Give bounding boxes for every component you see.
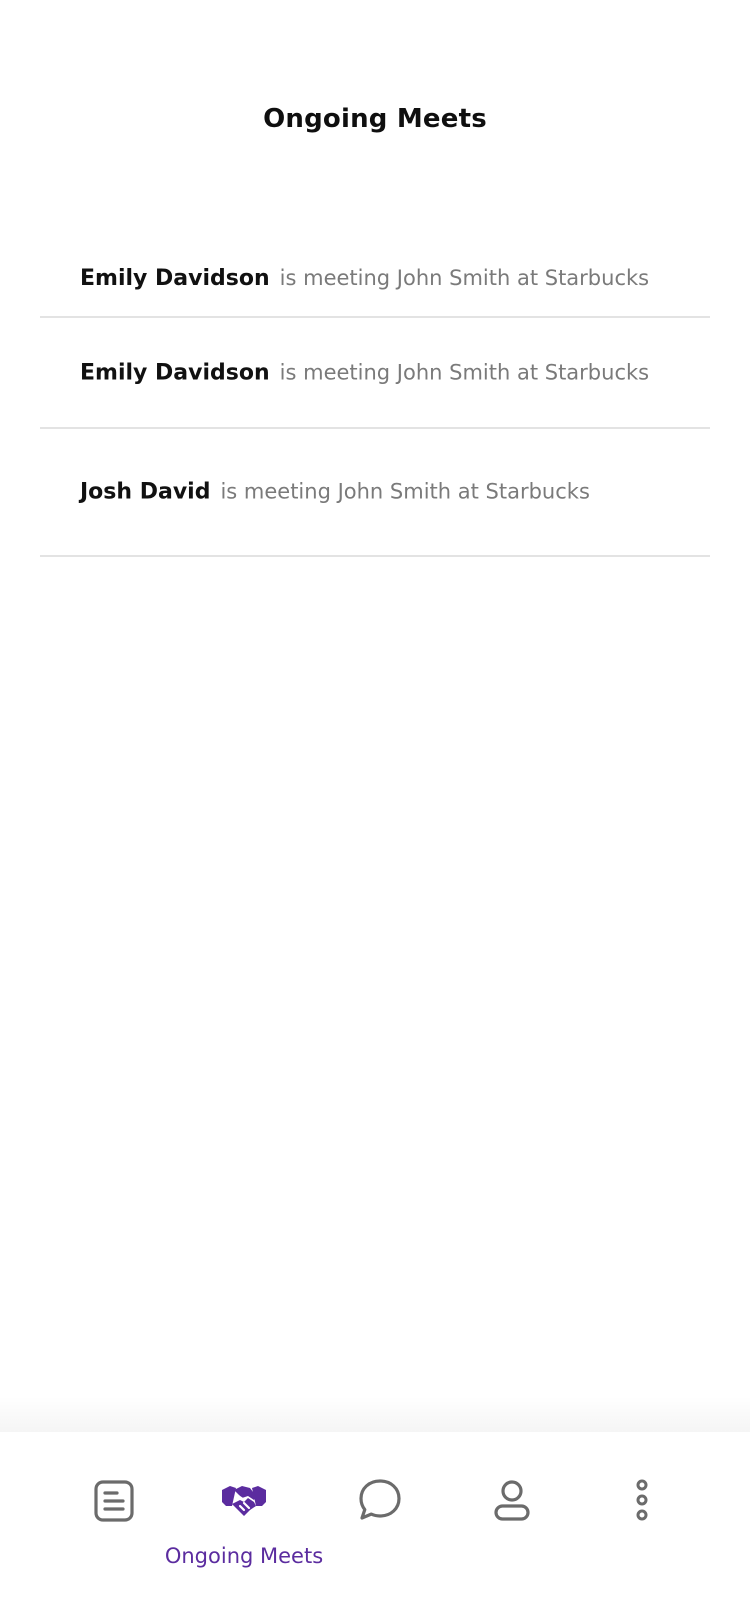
meet-description: is meeting John Smith at Starbucks	[220, 479, 590, 504]
meet-list: Emily Davidson is meeting John Smith at S…	[40, 207, 710, 557]
screen: Ongoing Meets Emily Davidson is meeting J…	[0, 0, 750, 1624]
page-title: Ongoing Meets	[263, 104, 487, 134]
nav-item-label: Ongoing Meets	[164, 1544, 324, 1568]
nav-item-profile[interactable]	[442, 1432, 582, 1624]
document-icon	[94, 1480, 134, 1522]
chat-bubble-icon	[359, 1479, 401, 1520]
list-item-content: Emily Davidson is meeting John Smith at S…	[80, 357, 700, 388]
list-item-content: Emily Davidson is meeting John Smith at S…	[80, 263, 700, 294]
more-vertical-icon	[636, 1479, 648, 1521]
list-item-content: Josh David is meeting John Smith at Starb…	[80, 477, 700, 508]
list-item[interactable]: Josh David is meeting John Smith at Starb…	[40, 429, 710, 557]
meet-description: is meeting John Smith at Starbucks	[279, 360, 650, 384]
list-item[interactable]: Emily Davidson is meeting John Smith at S…	[40, 318, 710, 429]
attendee-name: Emily Davidson	[80, 360, 270, 385]
nav-item-chat[interactable]	[310, 1432, 450, 1624]
nav-item-ongoing-meets[interactable]: Ongoing Meets	[165, 1432, 323, 1624]
list-item[interactable]: Emily Davidson is meeting John Smith at S…	[40, 207, 710, 318]
user-icon	[494, 1480, 530, 1521]
nav-item-documents[interactable]	[44, 1432, 184, 1624]
nav-item-more[interactable]	[572, 1432, 712, 1624]
meet-description: is meeting John Smith at Starbucks	[279, 266, 650, 290]
bottom-nav-shadow	[0, 1396, 750, 1432]
bottom-nav: Ongoing Meets	[0, 1432, 750, 1624]
attendee-name: Emily Davidson	[80, 266, 270, 291]
attendee-name: Josh David	[80, 479, 211, 505]
handshake-icon	[222, 1486, 266, 1516]
